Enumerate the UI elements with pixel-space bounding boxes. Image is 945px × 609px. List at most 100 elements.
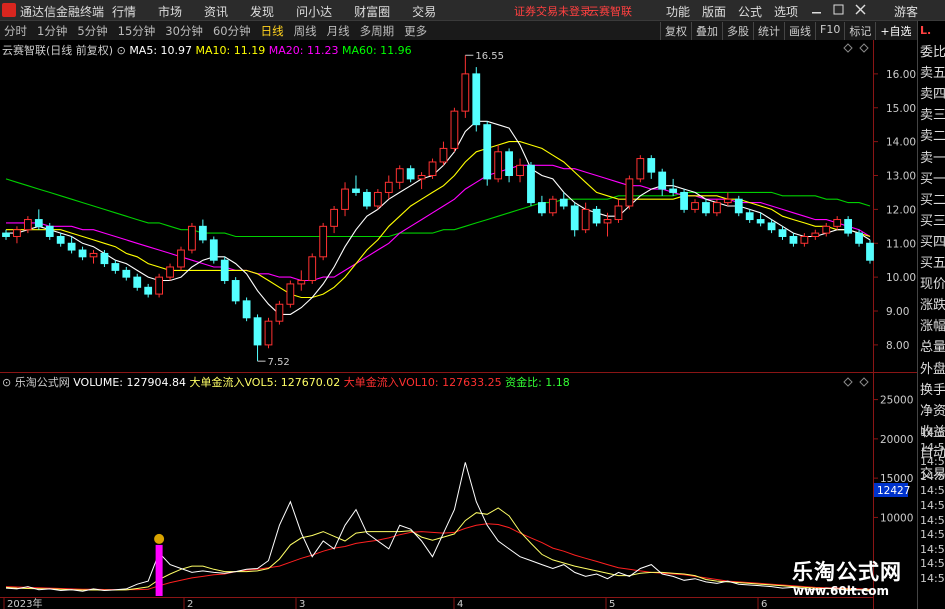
period-tab-intraday[interactable]: 分时 xyxy=(4,23,27,39)
candle-body xyxy=(242,300,251,319)
period-tab-monthly[interactable]: 月线 xyxy=(327,23,350,39)
candle-body xyxy=(373,191,382,207)
quote-panel-item[interactable]: 卖一 xyxy=(920,147,945,166)
trade-time: 14:56 xyxy=(920,542,945,556)
quote-panel-item[interactable]: 买五 xyxy=(920,252,945,271)
trade-time: 14:56 xyxy=(920,469,945,483)
candle-body xyxy=(308,256,317,282)
window-controls xyxy=(812,4,866,15)
candle-body xyxy=(734,198,743,214)
add-watchlist-button[interactable]: +自选 xyxy=(875,22,915,40)
candle-body xyxy=(767,222,776,231)
period-tab-1min[interactable]: 1分钟 xyxy=(37,23,67,39)
quote-panel-item[interactable]: 卖二 xyxy=(920,125,945,144)
candle-body xyxy=(548,198,557,214)
stock-name[interactable]: 云赛智联(日线 前复权) xyxy=(2,44,113,57)
quote-panel-item[interactable]: 现价 xyxy=(920,273,945,292)
chart-tools: 复权 叠加 多股 统计 画线 F10 标记 +自选 xyxy=(660,22,916,40)
quote-panel-item[interactable]: 买一 xyxy=(920,168,945,187)
menu-item-ask[interactable]: 问小达 xyxy=(296,3,332,20)
menu-item-discover[interactable]: 发现 xyxy=(250,3,274,20)
menu-item-market[interactable]: 市场 xyxy=(158,3,182,20)
panel-header[interactable]: L. xyxy=(920,24,931,37)
quote-panel-item[interactable]: 买二 xyxy=(920,189,945,208)
candle-body xyxy=(647,158,656,173)
period-tab-weekly[interactable]: 周线 xyxy=(294,23,317,39)
menu-item-layout[interactable]: 版面 xyxy=(702,3,726,20)
quote-panel-item[interactable]: 总量 xyxy=(920,336,945,355)
indicator-dropdown-icon[interactable]: ⊙ xyxy=(2,376,11,389)
candle-body xyxy=(177,249,185,268)
indicator-name[interactable]: 乐淘公式网 xyxy=(15,376,70,389)
tool-adjust-button[interactable]: 复权 xyxy=(660,22,691,40)
candle-body xyxy=(2,232,10,237)
quote-panel-item[interactable]: 净资 xyxy=(920,400,945,419)
menu-item-quotes[interactable]: 行情 xyxy=(112,3,136,20)
quote-panel-item[interactable]: 涨跌 xyxy=(920,294,945,313)
watermark-title: 乐淘公式网 xyxy=(792,560,902,584)
candle-body xyxy=(483,124,492,180)
time-tick-label: 5 xyxy=(609,599,615,609)
candle-body xyxy=(822,225,831,234)
close-icon[interactable] xyxy=(855,4,866,15)
candle-body xyxy=(78,249,87,258)
quote-panel-item[interactable]: 卖五 xyxy=(920,62,945,81)
price-tick-label: 15.00 xyxy=(886,103,916,115)
menu-item-news[interactable]: 资讯 xyxy=(204,3,228,20)
tool-draw-button[interactable]: 画线 xyxy=(784,22,815,40)
tool-stats-button[interactable]: 统计 xyxy=(753,22,784,40)
ma5-label: MA5: 10.97 xyxy=(129,44,193,57)
candle-body xyxy=(417,175,426,180)
menu-item-trade[interactable]: 交易 xyxy=(412,3,436,20)
menu-item-function[interactable]: 功能 xyxy=(666,3,690,20)
trade-time: 14:56 xyxy=(920,426,945,439)
app-title: 通达信金融终端 xyxy=(20,5,105,19)
period-tab-daily[interactable]: 日线 xyxy=(261,23,284,39)
period-tab-more[interactable]: 更多 xyxy=(404,23,427,39)
tool-overlay-button[interactable]: 叠加 xyxy=(691,22,722,40)
period-tab-60min[interactable]: 60分钟 xyxy=(213,23,251,39)
dropdown-icon[interactable]: ⊙ xyxy=(117,44,126,57)
quote-panel-item[interactable]: 委比 xyxy=(920,41,945,60)
period-tab-15min[interactable]: 15分钟 xyxy=(118,23,156,39)
login-notice[interactable]: 证券交易未登录 xyxy=(514,3,591,19)
period-tab-30min[interactable]: 30分钟 xyxy=(165,23,203,39)
candle-body xyxy=(472,73,481,126)
quote-panel-item[interactable]: 卖四 xyxy=(920,83,945,102)
menu-item-wealth[interactable]: 财富圈 xyxy=(354,3,390,20)
minimize-icon[interactable] xyxy=(812,12,821,14)
volume-tick-label: 10000 xyxy=(880,512,913,524)
candle-body xyxy=(833,219,842,227)
tool-multi-stock-button[interactable]: 多股 xyxy=(722,22,753,40)
candle-body xyxy=(231,280,240,302)
menu-item-formula[interactable]: 公式 xyxy=(738,3,762,20)
candle-body xyxy=(188,225,196,251)
restore-icon[interactable] xyxy=(833,4,844,15)
app-logo-icon xyxy=(2,3,16,17)
price-tick-label: 13.00 xyxy=(886,171,916,183)
quote-panel-item[interactable]: 外盘 xyxy=(920,358,945,377)
stock-notice[interactable]: 云赛智联 xyxy=(588,3,632,19)
candle-body xyxy=(275,303,284,322)
period-tab-multi[interactable]: 多周期 xyxy=(360,23,395,39)
quote-panel-item[interactable]: 买四 xyxy=(920,231,945,250)
candle-body xyxy=(756,219,765,224)
quote-panel-item[interactable]: 涨幅 xyxy=(920,315,945,334)
main-menu: 行情 市场 资讯 发现 问小达 财富圈 交易 xyxy=(112,3,436,20)
quote-panel-item[interactable]: 卖三 xyxy=(920,104,945,123)
quote-panel-item[interactable]: 买三 xyxy=(920,210,945,229)
candle-body xyxy=(570,205,579,231)
guest-label[interactable]: 游客 xyxy=(894,3,918,20)
candle-body xyxy=(286,283,295,305)
period-tab-5min[interactable]: 5分钟 xyxy=(77,23,107,39)
ma10-label: MA10: 11.19 xyxy=(195,44,266,57)
quote-panel-item[interactable]: 换手 xyxy=(920,379,945,398)
tool-mark-button[interactable]: 标记 xyxy=(844,22,875,40)
menu-item-options[interactable]: 选项 xyxy=(774,3,798,20)
period-toolbar: 分时 1分钟 5分钟 15分钟 30分钟 60分钟 日线 周线 月线 多周期 更… xyxy=(0,21,917,41)
candle-body xyxy=(702,202,710,214)
tool-f10-button[interactable]: F10 xyxy=(815,22,844,40)
price-tick-label: 14.00 xyxy=(886,137,916,149)
price-tick-label: 11.00 xyxy=(886,238,916,250)
kline-chart[interactable]: 16.00 15.00 14.00 13.00 12.00 11.00 10.00 9.00 8… xyxy=(0,40,917,609)
